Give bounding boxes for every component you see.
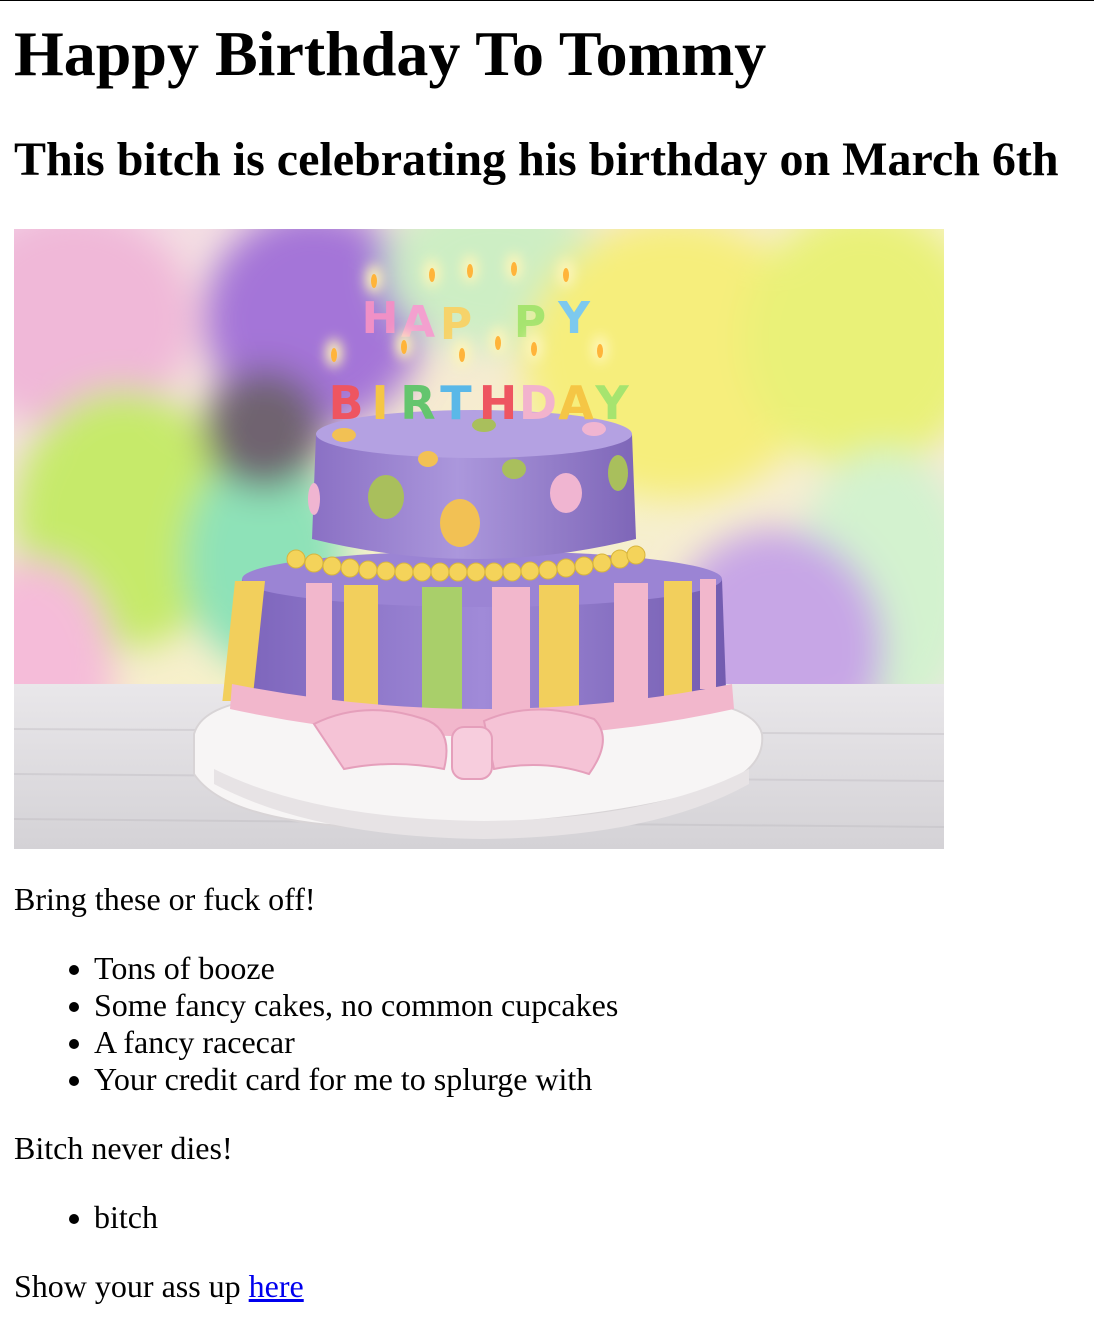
bring-list: Tons of booze Some fancy cakes, no commo… [14,950,618,1098]
list-item: Tons of booze [14,950,618,987]
candle-letter: D [519,376,557,430]
rsvp-prefix: Show your ass up [14,1268,249,1304]
top-border [0,0,1094,1]
candle-letter: Y [594,376,629,430]
candle-letter: T [440,376,472,430]
page-subtitle: This bitch is celebrating his birthday o… [14,133,1059,186]
candle-letter: I [371,376,388,430]
page-title: Happy Birthday To Tommy [14,18,767,89]
birthday-cake-image: H A P P Y B I R T H D A Y [14,229,944,849]
list-item: Some fancy cakes, no common cupcakes [14,987,618,1024]
motto-list: bitch [14,1199,158,1236]
candle-letter: A [558,376,594,430]
rsvp-line: Show your ass up here [14,1268,304,1305]
list-item: A fancy racecar [14,1024,618,1061]
candle-letter: P [440,299,472,350]
bring-intro-text: Bring these or fuck off! [14,881,316,917]
motto-text: Bitch never dies! [14,1130,233,1166]
candle-letter: H [362,293,399,344]
candle-letter: B [328,376,363,430]
list-item: bitch [14,1199,158,1236]
candle-letter: H [479,376,518,430]
candle-letter: R [400,376,435,430]
rsvp-link[interactable]: here [249,1268,304,1304]
list-item: Your credit card for me to splurge with [14,1061,618,1098]
candle-letter: Y [557,293,591,344]
